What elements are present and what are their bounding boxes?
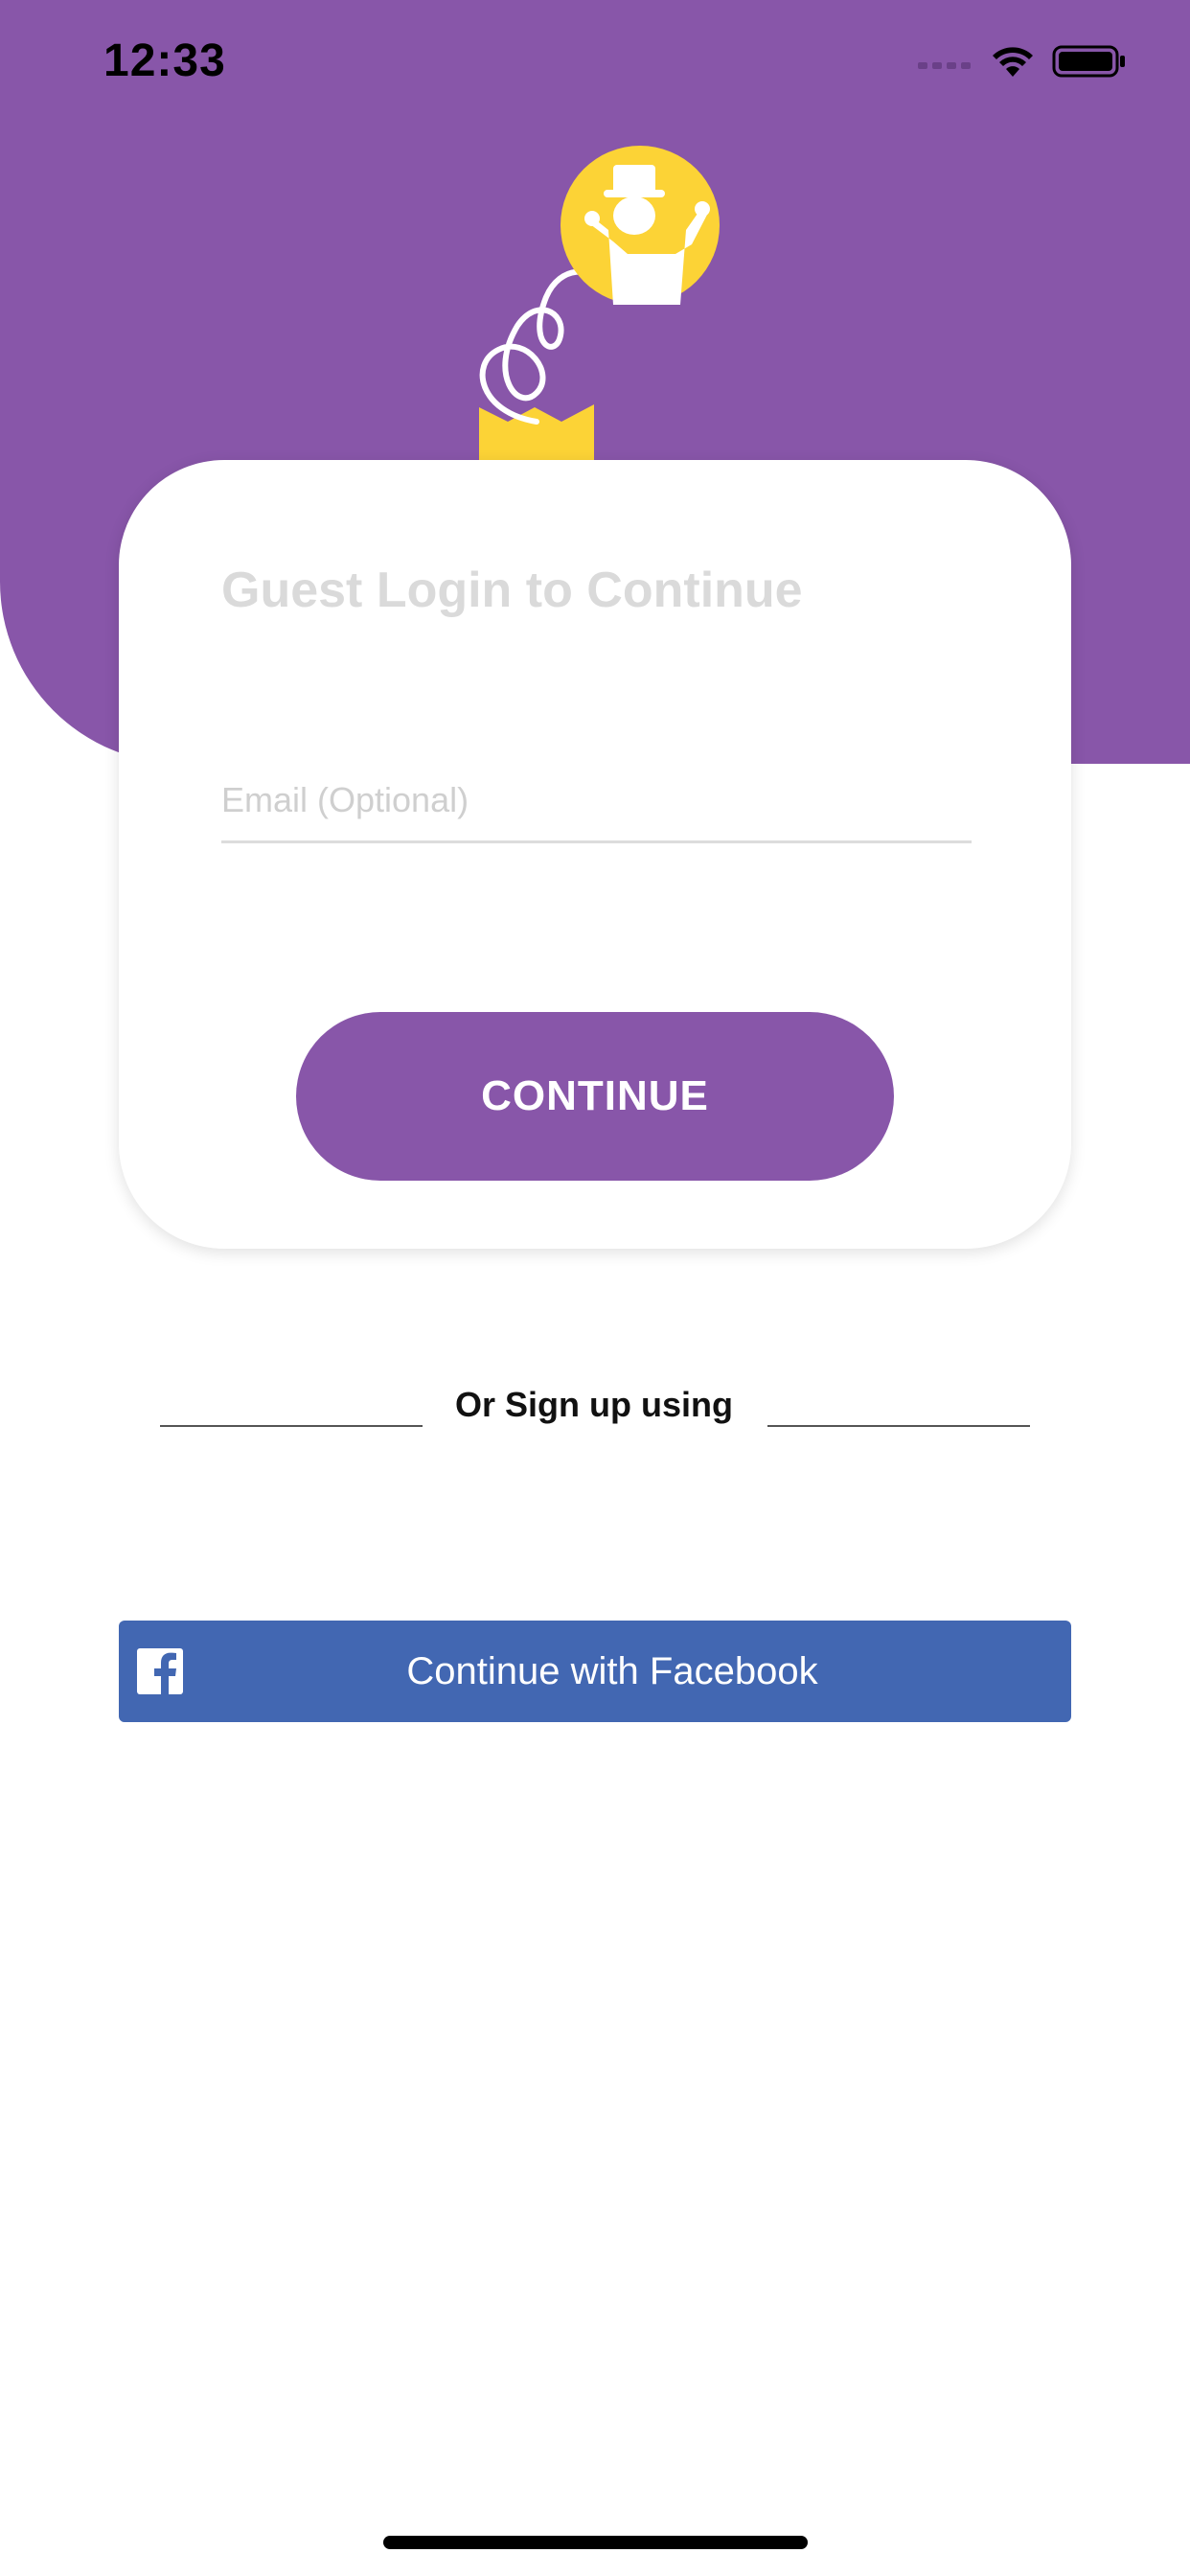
login-card: Guest Login to Continue CONTINUE xyxy=(119,460,1071,1249)
email-field[interactable] xyxy=(221,776,972,843)
battery-icon xyxy=(1052,45,1125,78)
cellular-signal-icon xyxy=(918,62,971,69)
continue-button-label: CONTINUE xyxy=(481,1072,709,1119)
facebook-login-button[interactable]: Continue with Facebook xyxy=(119,1621,1071,1722)
card-title: Guest Login to Continue xyxy=(221,563,803,618)
wifi-icon xyxy=(993,47,1033,77)
status-icons xyxy=(918,44,1127,79)
continue-button[interactable]: CONTINUE xyxy=(296,1012,894,1181)
signup-divider-text: Or Sign up using xyxy=(455,1385,733,1424)
divider-line-left xyxy=(160,1425,423,1427)
facebook-button-label: Continue with Facebook xyxy=(406,1649,818,1692)
guest-login-screen: 12:33 Guest Login to Continue Email (Opt… xyxy=(0,0,1190,2576)
divider-line-right xyxy=(767,1425,1030,1427)
jack-in-the-box-mascot-icon xyxy=(479,146,720,465)
status-time: 12:33 xyxy=(103,35,226,86)
status-bar: 12:33 xyxy=(0,0,1190,129)
home-indicator[interactable] xyxy=(383,2536,808,2549)
